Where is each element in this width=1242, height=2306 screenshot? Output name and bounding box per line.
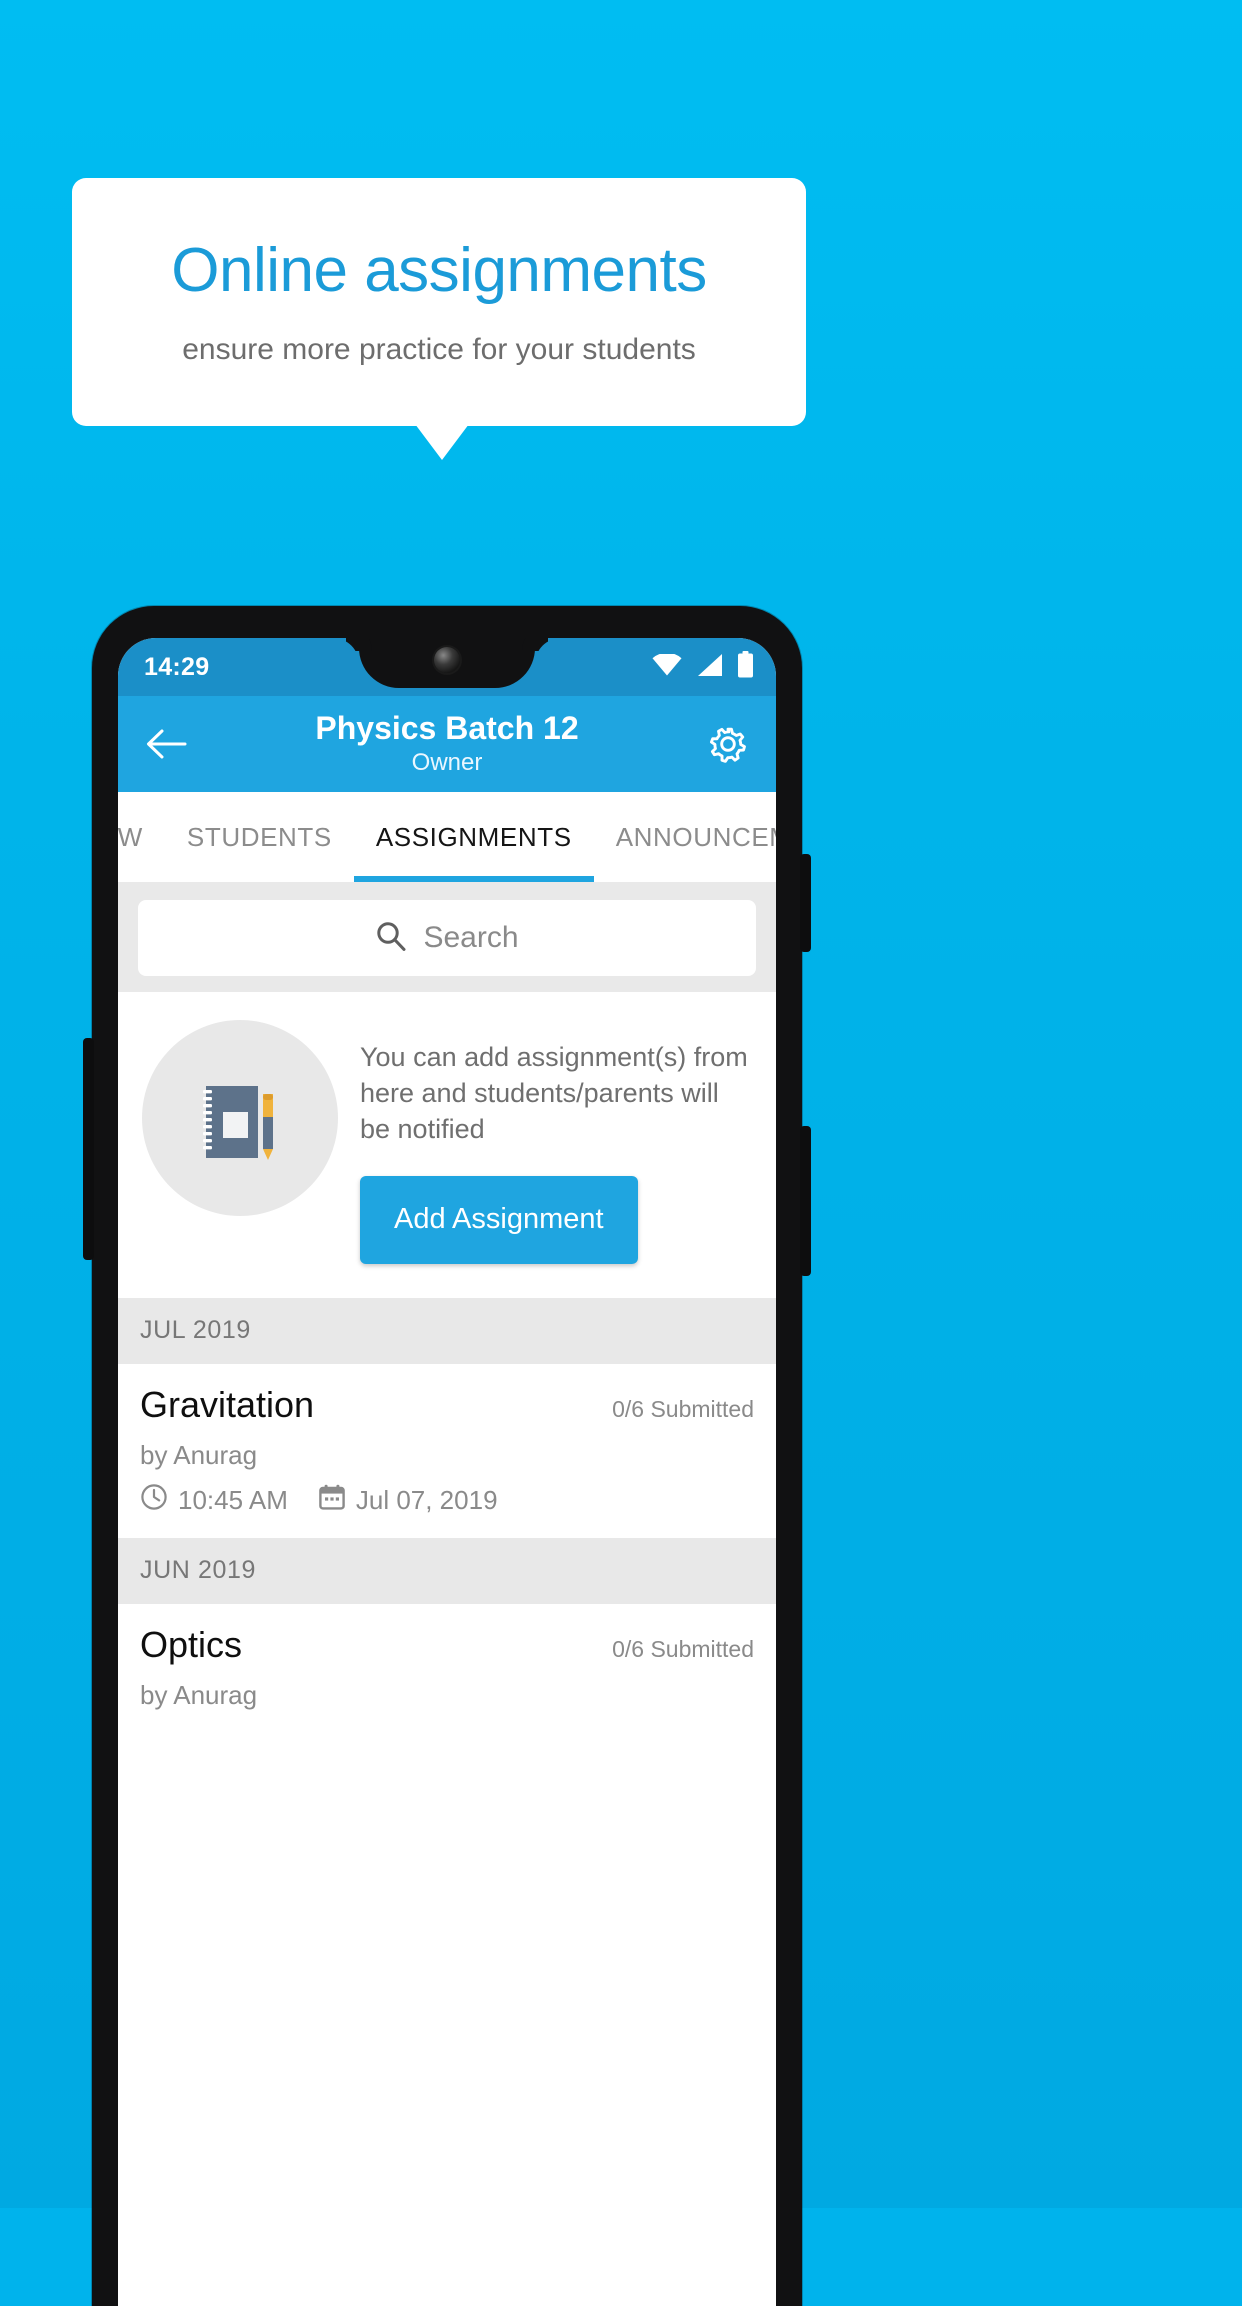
banner-subtitle: ensure more practice for your students [182, 333, 696, 367]
search-placeholder: Search [423, 921, 519, 954]
assignment-title: Gravitation [140, 1383, 315, 1425]
assignment-submitted-count: 0/6 Submitted [612, 1395, 754, 1422]
assignment-submitted-count: 0/6 Submitted [612, 1635, 754, 1662]
assignment-row-top: Optics 0/6 Submitted [140, 1624, 754, 1666]
empty-state-text: You can add assignment(s) from here and … [360, 1042, 748, 1144]
month-group-header-jul: JUL 2019 [118, 1297, 776, 1364]
back-arrow-icon[interactable] [140, 718, 192, 770]
status-bar: 14:29 [118, 638, 776, 696]
phone-notch [359, 638, 535, 688]
assignment-date: Jul 07, 2019 [355, 1484, 498, 1515]
assignment-meta: 10:45 AM Jul 07, 2019 [140, 1483, 754, 1518]
tab-students[interactable]: STUDENTS [165, 792, 354, 882]
front-camera [434, 647, 460, 673]
signal-icon [696, 653, 723, 682]
gear-icon[interactable] [702, 718, 754, 770]
assignment-author: by Anurag [140, 1679, 258, 1710]
assignment-row-gravitation[interactable]: Gravitation 0/6 Submitted by Anurag 10:4… [118, 1363, 776, 1538]
app-bar: Physics Batch 12 Owner [118, 696, 776, 792]
status-icons [652, 651, 754, 683]
phone-mockup: 14:29 Physics Batch 12 Owner W STUDENTS … [83, 606, 811, 2306]
tab-assignments[interactable]: ASSIGNMENTS [353, 792, 594, 882]
assignment-time: 10:45 AM [178, 1484, 288, 1515]
phone-volume-button [800, 1126, 811, 1276]
app-bar-titles: Physics Batch 12 Owner [118, 696, 776, 792]
search-container: Search [118, 882, 776, 992]
calendar-icon [318, 1483, 346, 1518]
page-title: Physics Batch 12 [315, 710, 579, 747]
phone-screen: 14:29 Physics Batch 12 Owner W STUDENTS … [118, 638, 776, 2306]
promo-banner: Online assignments ensure more practice … [72, 178, 806, 426]
assignment-row-top: Gravitation 0/6 Submitted [140, 1384, 754, 1426]
empty-state-content: You can add assignment(s) from here and … [360, 1020, 752, 1264]
search-icon [375, 920, 407, 957]
tab-announcements[interactable]: ANNOUNCEMENTS [594, 792, 776, 882]
tab-bar: IEW STUDENTS ASSIGNMENTS ANNOUNCEMENTS [118, 792, 776, 882]
assignment-title: Optics [140, 1623, 243, 1665]
assignment-row-optics[interactable]: Optics 0/6 Submitted by Anurag [118, 1603, 776, 1731]
phone-power-button [800, 854, 811, 952]
status-time: 14:29 [144, 652, 210, 681]
empty-state-card: You can add assignment(s) from here and … [118, 992, 776, 1298]
clock-icon [140, 1483, 168, 1518]
page-subtitle: Owner [411, 748, 483, 776]
add-assignment-button[interactable]: Add Assignment [360, 1175, 638, 1264]
banner-tail [415, 424, 469, 460]
month-group-header-jun: JUN 2019 [118, 1537, 776, 1604]
notebook-and-pen-icon [142, 1020, 338, 1216]
tab-overview[interactable]: IEW [118, 792, 165, 882]
banner-title: Online assignments [171, 235, 707, 305]
wifi-icon [652, 652, 682, 681]
search-input[interactable]: Search [138, 900, 756, 976]
assignment-author: by Anurag [140, 1439, 258, 1470]
battery-icon [737, 651, 754, 683]
phone-left-button [83, 1038, 94, 1260]
